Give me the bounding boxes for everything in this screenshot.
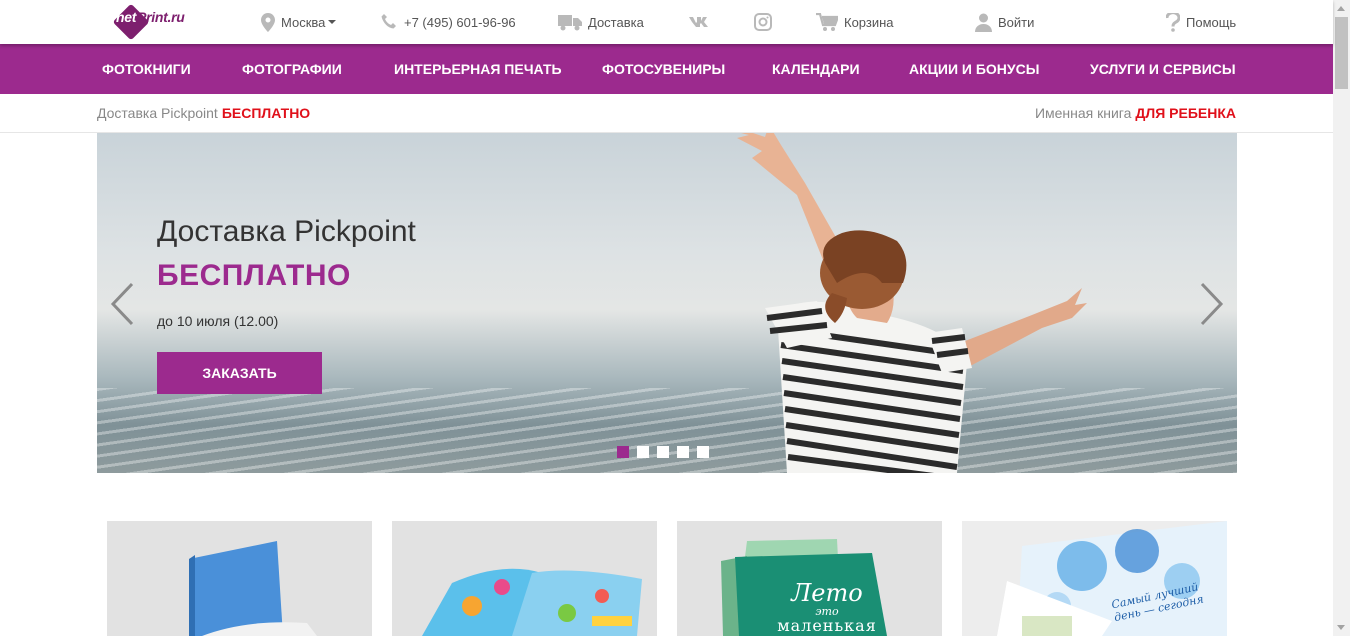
phone-link[interactable]: +7 (495) 601-96-96	[380, 0, 516, 44]
promo-delivery-link[interactable]: Доставка Pickpoint БЕСПЛАТНО	[97, 94, 310, 132]
truck-icon	[558, 15, 582, 31]
promo-delivery-highlight: БЕСПЛАТНО	[221, 105, 311, 121]
nav-photobooks[interactable]: ФОТОКНИГИ	[102, 44, 191, 94]
instagram-icon	[754, 13, 772, 31]
hero-note: до 10 июля (12.00)	[157, 313, 279, 329]
kids-book-image	[422, 568, 642, 636]
cart-icon	[816, 12, 838, 31]
promo-delivery-text: Доставка Pickpoint	[97, 105, 218, 121]
location-icon	[261, 12, 275, 32]
logo-net: net	[116, 9, 137, 25]
hero-woman-image	[737, 133, 1087, 473]
page-scrollbar[interactable]	[1333, 0, 1350, 636]
product-card-summer-book[interactable]: Лето это маленькая	[677, 521, 942, 636]
instagram-link[interactable]	[754, 0, 778, 44]
login-link[interactable]: Войти	[975, 0, 1034, 44]
order-button[interactable]: ЗАКАЗАТЬ	[157, 352, 322, 394]
top-bar: net Print.ru Москва +7 (495) 601-96-96 Д…	[0, 0, 1333, 44]
hero-subtitle: БЕСПЛАТНО	[157, 259, 351, 292]
slider-dot-5[interactable]	[697, 446, 709, 458]
city-selector[interactable]: Москва	[261, 0, 337, 44]
nav-photo-souvenirs[interactable]: ФОТОСУВЕНИРЫ	[602, 44, 725, 94]
vk-icon	[689, 17, 708, 27]
chevron-right-icon[interactable]	[1197, 281, 1227, 327]
slider-dot-1[interactable]	[617, 446, 629, 458]
cart-label: Корзина	[844, 14, 894, 30]
chevron-down-icon	[328, 20, 337, 24]
product-card-kids-book[interactable]	[392, 521, 657, 636]
slider-dots	[617, 446, 709, 458]
promo-childbook-text: Именная книга	[1034, 105, 1132, 121]
summer-book-title: Лето это маленькая	[772, 579, 882, 635]
hero-title: Доставка Pickpoint	[157, 215, 416, 248]
cart-link[interactable]: Корзина	[816, 0, 894, 44]
promo-strip: Доставка Pickpoint БЕСПЛАТНО Именная кни…	[0, 94, 1333, 133]
delivery-link[interactable]: Доставка	[558, 0, 644, 44]
summer-book-title-line3: маленькая	[777, 615, 877, 635]
nav-services[interactable]: УСЛУГИ И СЕРВИСЫ	[1090, 44, 1236, 94]
city-label: Москва	[281, 14, 326, 30]
logo[interactable]: net Print.ru	[112, 3, 185, 41]
main-nav: ФОТОКНИГИ ФОТОГРАФИИ ИНТЕРЬЕРНАЯ ПЕЧАТЬ …	[0, 44, 1333, 94]
phone-number: +7 (495) 601-96-96	[404, 14, 516, 30]
nav-promotions[interactable]: АКЦИИ И БОНУСЫ	[909, 44, 1039, 94]
logo-print: Print.ru	[137, 9, 185, 25]
slider-dot-4[interactable]	[677, 446, 689, 458]
chevron-left-icon[interactable]	[107, 281, 137, 327]
watercolor-calendar-image	[997, 521, 1227, 636]
promo-childbook-highlight: ДЛЯ РЕБЕНКА	[1135, 105, 1236, 121]
scroll-down-arrow-icon[interactable]	[1337, 625, 1345, 630]
vk-link[interactable]	[688, 0, 716, 44]
nav-photos[interactable]: ФОТОГРАФИИ	[242, 44, 342, 94]
slider-dot-3[interactable]	[657, 446, 669, 458]
scrollbar-thumb[interactable]	[1335, 17, 1348, 89]
user-icon	[975, 13, 992, 32]
scroll-up-arrow-icon[interactable]	[1337, 6, 1345, 11]
summer-book-title-line1: Лето	[791, 579, 863, 607]
help-label: Помощь	[1186, 14, 1237, 30]
slider-dot-2[interactable]	[637, 446, 649, 458]
delivery-label: Доставка	[588, 14, 644, 30]
blue-photobook-image	[189, 541, 317, 636]
nav-calendars[interactable]: КАЛЕНДАРИ	[772, 44, 860, 94]
nav-interior-print[interactable]: ИНТЕРЬЕРНАЯ ПЕЧАТЬ	[394, 44, 562, 94]
hero-slider: Доставка Pickpoint БЕСПЛАТНО до 10 июля …	[97, 133, 1237, 473]
product-card-photobook[interactable]	[107, 521, 372, 636]
promo-childbook-link[interactable]: Именная книга ДЛЯ РЕБЕНКА	[1035, 94, 1236, 132]
help-link[interactable]: Помощь	[1166, 0, 1236, 44]
product-card-calendar[interactable]: Самый лучший день — сегодня	[962, 521, 1227, 636]
phone-icon	[381, 14, 396, 29]
question-icon	[1166, 12, 1180, 32]
login-label: Войти	[998, 14, 1035, 30]
